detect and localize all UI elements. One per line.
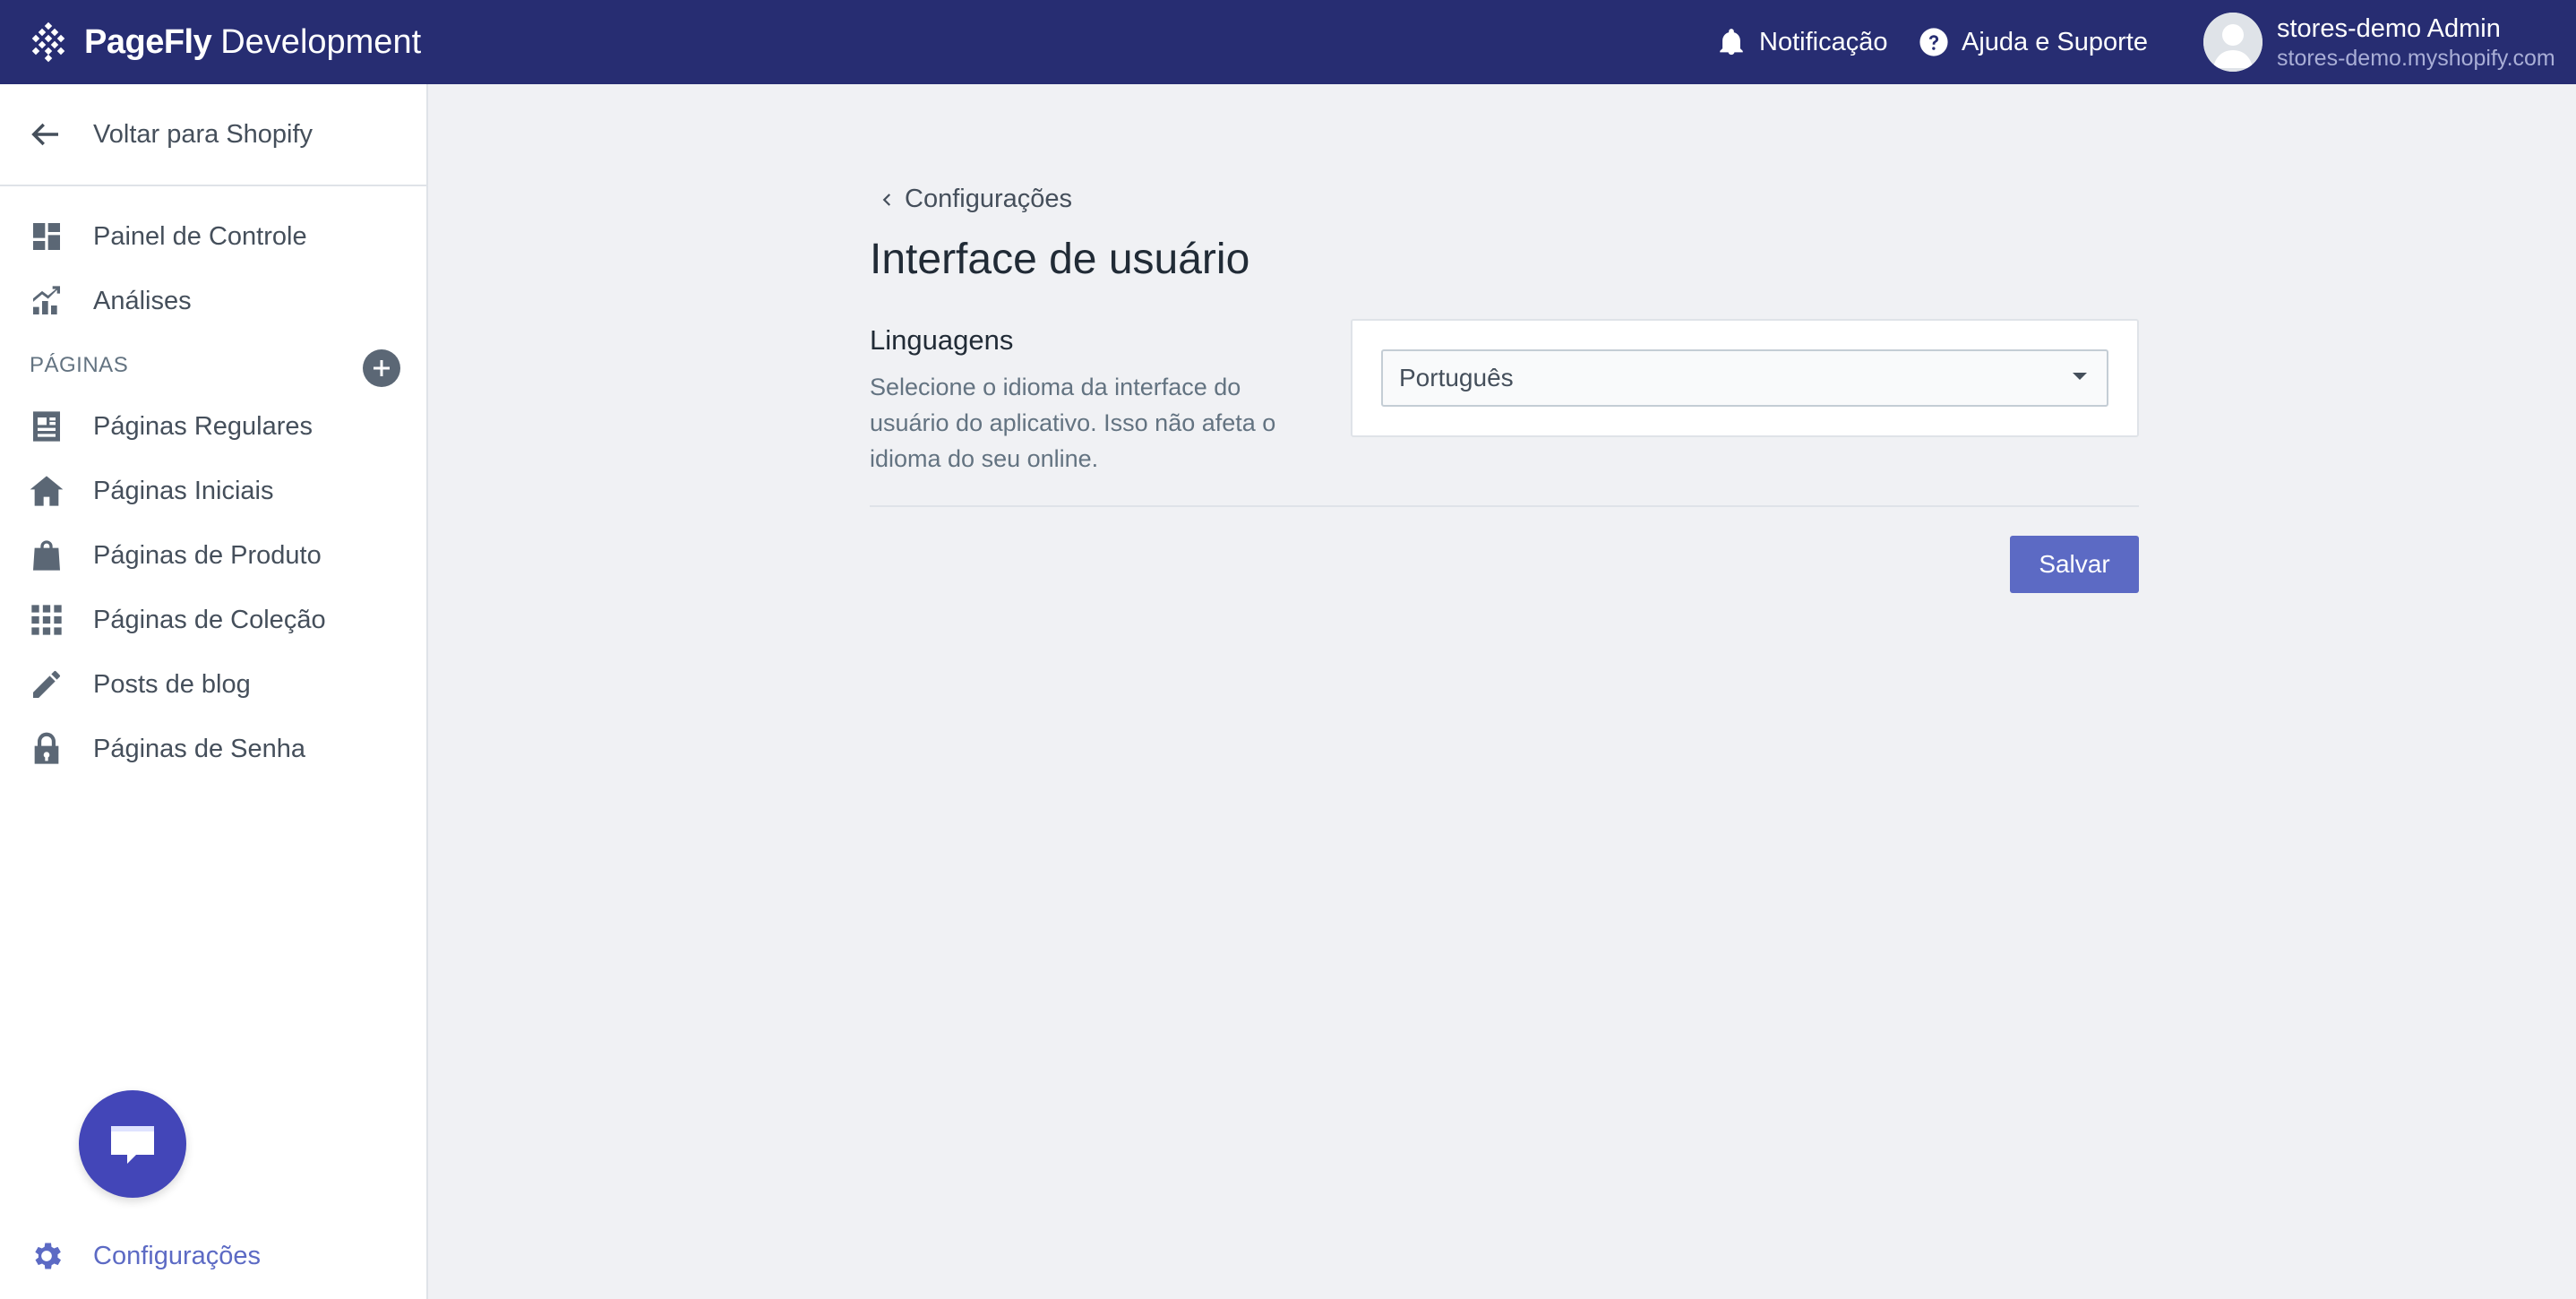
breadcrumb[interactable]: Configurações [880,185,1072,214]
regular-page-icon [33,411,60,442]
top-bar: PageFly Development Notificação Ajuda e … [0,0,2576,84]
dashboard-icon [33,223,60,250]
sidebar-item-label: Páginas Regulares [93,411,313,441]
sidebar-item-password-pages[interactable]: Páginas de Senha [0,717,426,781]
chat-bubble-icon [111,1126,154,1164]
user-avatar-icon [2203,13,2263,72]
sidebar-item-analytics[interactable]: Análises [0,269,426,333]
avatar [2203,13,2263,72]
breadcrumb-label: Configurações [905,185,1072,213]
brand-environment: Development [220,22,422,61]
sidebar-item-home-pages[interactable]: Páginas Iniciais [0,459,426,523]
user-shop-domain: stores-demo.myshopify.com [2277,46,2555,71]
sidebar-item-label: Páginas de Senha [93,734,306,763]
languages-section-description: Selecione o idioma da interface do usuár… [870,374,1276,472]
brand-name: PageFly [84,22,212,61]
sidebar-item-label: Painel de Controle [93,221,307,251]
sidebar-item-regular-pages[interactable]: Páginas Regulares [0,394,426,459]
gear-icon [35,1243,61,1269]
shopping-bag-icon [33,540,60,571]
sidebar-item-label: Páginas de Coleção [93,605,326,634]
sidebar-item-blog-posts[interactable]: Posts de blog [0,652,426,717]
sidebar: Voltar para Shopify Painel de Controle A… [0,84,428,1299]
arrow-left-icon [31,123,58,146]
brand[interactable]: PageFly Development [27,0,421,84]
plus-icon [374,360,390,376]
page-title: Interface de usuário [870,236,1250,283]
sidebar-item-label: Páginas de Produto [93,540,322,570]
help-label: Ajuda e Suporte [1962,27,2148,56]
notification-label: Notificação [1759,27,1888,56]
sidebar-item-product-pages[interactable]: Páginas de Produto [0,523,426,588]
sidebar-item-label: Configurações [93,1241,261,1270]
sidebar-item-collection-pages[interactable]: Páginas de Coleção [0,588,426,652]
section-divider [870,505,2139,507]
pagefly-logo-icon [31,22,65,63]
sidebar-item-label: Análises [93,286,192,315]
language-select[interactable]: Português [1381,349,2108,407]
notification-button[interactable]: Notificação [1716,0,1887,84]
languages-section-title: Linguagens [870,324,1014,356]
pages-section-title: PÁGINAS [30,353,129,377]
analytics-icon [33,286,60,314]
grid-icon [31,605,62,635]
caret-down-icon [2073,373,2087,380]
help-icon [1919,28,1948,56]
home-icon [30,476,64,506]
sidebar-item-dashboard[interactable]: Painel de Controle [0,204,426,269]
help-support-button[interactable]: Ajuda e Suporte [1919,0,2148,84]
user-menu[interactable]: stores-demo Admin stores-demo.myshopify.… [2203,0,2555,84]
chat-support-button[interactable] [79,1090,186,1198]
back-to-shopify-link[interactable]: Voltar para Shopify [0,84,426,186]
add-page-button[interactable] [363,349,400,387]
bell-icon [1720,29,1743,56]
save-button[interactable]: Salvar [2010,536,2139,593]
lock-icon [34,732,59,764]
sidebar-item-label: Posts de blog [93,669,251,699]
pencil-icon [33,671,60,698]
sidebar-item-settings[interactable]: Configurações [0,1224,426,1288]
language-select-value: Português [1399,364,1514,391]
chevron-left-icon [882,193,891,206]
back-label: Voltar para Shopify [93,119,313,149]
sidebar-item-label: Páginas Iniciais [93,476,274,505]
user-name: stores-demo Admin [2277,14,2501,43]
